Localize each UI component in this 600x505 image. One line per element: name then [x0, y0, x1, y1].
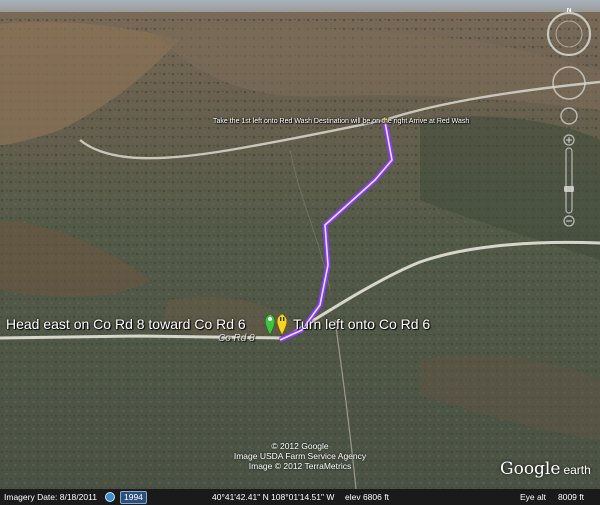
google-earth-logo: Google earth — [500, 459, 591, 479]
road-label-co-rd-8: Co Rd 8 — [218, 333, 255, 344]
elevation-readout: elev 6806 ft — [345, 492, 389, 502]
historical-imagery-icon[interactable] — [105, 492, 115, 502]
zoom-in-button[interactable] — [563, 134, 575, 146]
imagery-date: Imagery Date: 8/18/2011 — [4, 492, 97, 502]
eye-altitude-label: Eye alt — [520, 492, 546, 502]
zoom-slider[interactable] — [564, 147, 574, 214]
start-direction-label[interactable]: Head east on Co Rd 8 toward Co Rd 6 — [6, 316, 246, 332]
destination-direction-label[interactable]: Take the 1st left onto Red Wash Destinat… — [213, 118, 469, 125]
historical-imagery-year[interactable]: 1994 — [120, 491, 147, 504]
status-bar: Imagery Date: 8/18/2011 1994 40°41'42.41… — [0, 489, 600, 505]
coordinates-readout: 40°41'42.41" N 108°01'14.51" W — [212, 492, 335, 502]
map-viewport[interactable]: Head east on Co Rd 8 toward Co Rd 6 Turn… — [0, 0, 600, 505]
turn-direction-label[interactable]: Turn left onto Co Rd 6 — [293, 316, 430, 332]
brand-suffix: earth — [563, 463, 591, 477]
navigation-controls: N — [545, 7, 593, 238]
eye-altitude-value: 8009 ft — [558, 492, 584, 502]
look-joystick[interactable] — [552, 66, 586, 100]
brand-name: Google — [500, 459, 561, 479]
compass-north-label: N — [566, 8, 571, 14]
compass-ring[interactable]: N — [546, 7, 592, 57]
zoom-slider-thumb — [564, 186, 574, 192]
terrain-view[interactable] — [0, 0, 600, 505]
zoom-out-button[interactable] — [563, 215, 575, 227]
move-joystick[interactable] — [560, 107, 578, 125]
copyright-line-google: © 2012 Google — [271, 441, 329, 451]
